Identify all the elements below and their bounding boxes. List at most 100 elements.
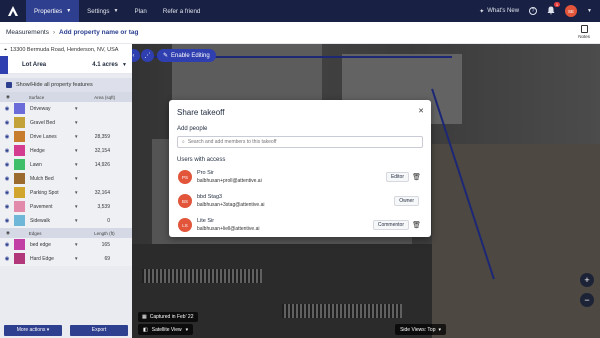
user-access-row: PS Pro Sir balbhusan+proll@attentive.ai Edi… (177, 167, 423, 187)
whats-new-link[interactable]: ✦ What's New (479, 8, 519, 15)
nav-plan[interactable]: Plan (126, 0, 154, 22)
feature-row[interactable]: ◉ bed edge ▼ 165 (0, 238, 132, 252)
eye-icon[interactable]: ◉ (0, 190, 14, 196)
chevron-down-icon[interactable]: ▼ (74, 190, 84, 195)
add-members-input[interactable] (187, 139, 408, 145)
nav-label: Plan (134, 7, 147, 15)
chevron-down-icon[interactable]: ▼ (74, 242, 84, 247)
add-members-search[interactable]: ⌕ (177, 136, 423, 148)
eye-icon[interactable]: ◉ (0, 94, 29, 100)
eye-icon[interactable]: ◉ (0, 242, 14, 248)
show-hide-toggle[interactable]: Show/Hide all property features (0, 78, 132, 92)
zoom-in-button[interactable]: + (580, 273, 594, 287)
eye-icon[interactable]: ◉ (0, 148, 14, 154)
notifications-button[interactable]: 1 (547, 1, 561, 17)
lot-area-label: Lot Area (22, 61, 47, 68)
feature-value: 0 (107, 217, 110, 224)
panel-footer: More actions ▾ Export (0, 322, 132, 338)
eye-icon[interactable]: ◉ (0, 256, 14, 262)
satellite-view-toggle[interactable]: ◧ Satellite View ▾ (138, 324, 194, 335)
property-name-input[interactable]: Add property name or tag (59, 29, 138, 36)
eye-icon[interactable]: ◉ (0, 204, 14, 210)
feature-color-swatch[interactable] (14, 187, 25, 198)
chevron-down-icon[interactable]: ▼ (74, 162, 84, 167)
feature-name: Lawn (30, 161, 42, 168)
user-avatar: BS (178, 194, 192, 208)
nav-properties[interactable]: Properties ▼ (26, 0, 80, 22)
side-views-dropdown[interactable]: Side Views: Top ▾ (395, 324, 446, 335)
chevron-down-icon[interactable]: ▼ (122, 62, 127, 68)
feature-row[interactable]: ◉ Hard Edge ▼ 69 (0, 252, 132, 266)
chevron-down-icon[interactable]: ▼ (74, 106, 84, 111)
help-icon[interactable]: ? (529, 7, 538, 15)
share-button[interactable]: ⋰ (141, 49, 154, 62)
eye-icon[interactable]: ◉ (0, 218, 14, 224)
feature-color-swatch[interactable] (14, 215, 25, 226)
share-takeoff-modal: Share takeoff ✕ Add people ⌕ Users with … (169, 100, 431, 237)
feature-row[interactable]: ◉ Hedge ▼ 32,154 (0, 144, 132, 158)
eye-icon[interactable]: ◉ (0, 230, 29, 236)
app-logo[interactable] (0, 0, 26, 22)
feature-row[interactable]: ◉ Mulch Bed ▼ (0, 172, 132, 186)
avatar-initials: LS (182, 222, 188, 228)
feature-row[interactable]: ◉ Lawn ▼ 14,926 (0, 158, 132, 172)
feature-name: Driveway (30, 105, 51, 112)
feature-row[interactable]: ◉ Gravel Bed ▼ (0, 116, 132, 130)
feature-color-swatch[interactable] (14, 103, 25, 114)
user-name: Lite Sir (197, 218, 215, 224)
feature-color-swatch[interactable] (14, 117, 25, 128)
edges-table-header: ◉ Edges Length (ft) (0, 228, 132, 238)
feature-color-swatch[interactable] (14, 201, 25, 212)
chevron-down-icon[interactable]: ▼ (74, 120, 84, 125)
top-nav: Properties ▼ Settings ▼ Plan Refer a frien… (0, 0, 600, 22)
chevron-down-icon[interactable]: ▼ (74, 218, 84, 223)
chevron-down-icon[interactable]: ▼ (74, 134, 84, 139)
chevron-down-icon[interactable]: ▼ (74, 204, 84, 209)
chevron-down-icon[interactable]: ▼ (74, 176, 84, 181)
feature-color-swatch[interactable] (14, 173, 25, 184)
feature-row[interactable]: ◉ Drive Lanes ▼ 28,359 (0, 130, 132, 144)
role-dropdown[interactable]: Editor (385, 172, 409, 182)
user-avatar[interactable]: SE (565, 5, 578, 17)
nav-refer[interactable]: Refer a friend (155, 0, 209, 22)
area-col-header: Area (sqft) (94, 94, 116, 100)
feature-row[interactable]: ◉ Sidewalk ▼ 0 (0, 214, 132, 228)
chevron-left-icon: ‹ (132, 52, 135, 59)
chevron-down-icon[interactable]: ▼ (74, 148, 84, 153)
feature-color-swatch[interactable] (14, 239, 25, 250)
enable-editing-button[interactable]: ✎ Enable Editing (157, 49, 216, 62)
more-actions-button[interactable]: More actions ▾ (4, 324, 62, 336)
lot-area-row[interactable]: Lot Area 4.1 acres ▼ (0, 55, 132, 74)
eye-icon[interactable]: ◉ (0, 106, 14, 112)
role-dropdown[interactable]: Commentor (372, 220, 409, 230)
nav-settings[interactable]: Settings ▼ (79, 0, 126, 22)
user-email: balbhusan+3stag@attentive.ai (197, 202, 265, 208)
zoom-out-button[interactable]: − (580, 293, 594, 307)
trash-icon[interactable]: 🗑 (412, 173, 421, 181)
chevron-down-icon[interactable]: ▼ (587, 8, 592, 14)
eye-icon[interactable]: ◉ (0, 162, 14, 168)
export-button[interactable]: Export (70, 324, 128, 336)
eye-icon[interactable]: ◉ (0, 134, 14, 140)
chevron-down-icon: ▾ (46, 327, 50, 333)
feature-row[interactable]: ◉ Parking Spot ▼ 32,164 (0, 186, 132, 200)
checkbox[interactable] (6, 82, 12, 88)
chevron-down-icon[interactable]: ▼ (74, 256, 84, 261)
breadcrumb-root[interactable]: Measurements (6, 29, 49, 36)
eye-icon[interactable]: ◉ (0, 176, 14, 182)
close-icon[interactable]: ✕ (418, 107, 424, 115)
feature-row[interactable]: ◉ Pavement ▼ 3,539 (0, 200, 132, 214)
feature-color-swatch[interactable] (14, 145, 25, 156)
role-dropdown[interactable]: Owner (394, 196, 419, 206)
eye-icon[interactable]: ◉ (0, 120, 14, 126)
feature-color-swatch[interactable] (14, 131, 25, 142)
feature-color-swatch[interactable] (14, 159, 25, 170)
feature-color-swatch[interactable] (14, 253, 25, 264)
feature-name: Drive Lanes (30, 133, 57, 140)
feature-row[interactable]: ◉ Driveway ▼ (0, 102, 132, 116)
feature-name: bed edge (30, 241, 51, 248)
trash-icon[interactable]: 🗑 (412, 221, 421, 229)
notes-button[interactable]: Notes (578, 25, 590, 39)
feature-name: Sidewalk (30, 217, 51, 224)
property-address: ⌖ 13300 Bermuda Road, Henderson, NV, USA (0, 44, 132, 56)
